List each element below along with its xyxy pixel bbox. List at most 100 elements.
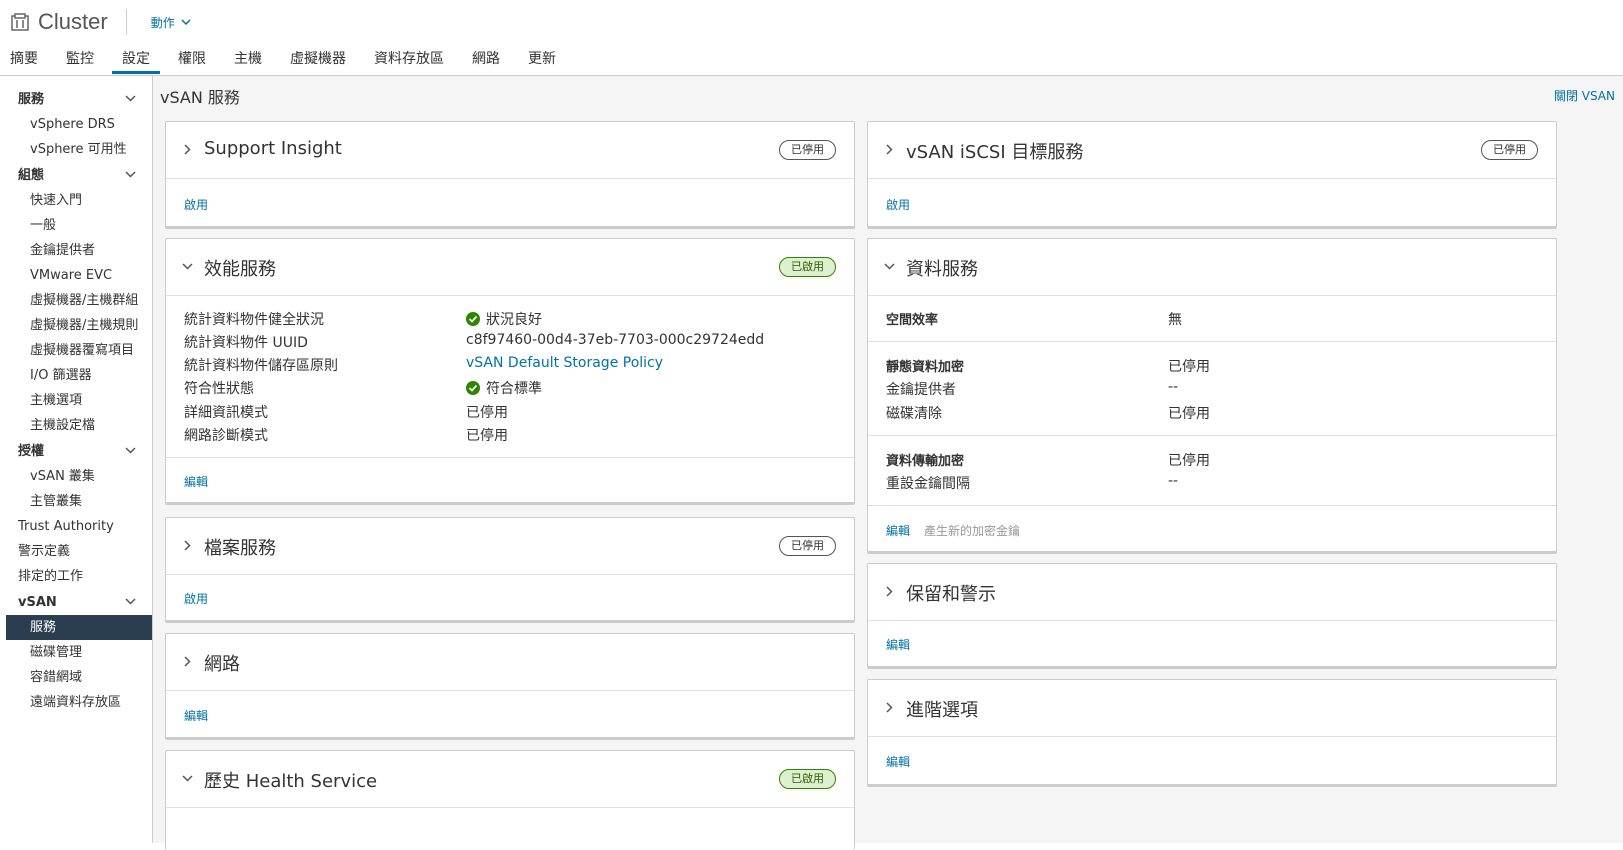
chevron-down-icon <box>125 171 136 178</box>
title-divider <box>125 9 127 35</box>
sidebar-item-remote-datastores[interactable]: 遠端資料存放區 <box>0 690 152 715</box>
tab-monitor[interactable]: 監控 <box>56 48 104 74</box>
edit-link[interactable]: 編輯 <box>886 753 910 770</box>
advanced-options-card: 進階選項 編輯 <box>867 679 1557 787</box>
turn-off-vsan-link[interactable]: 關閉 VSAN <box>1554 87 1615 104</box>
sidebar-item-vsan-cluster[interactable]: vSAN 叢集 <box>0 464 152 489</box>
storage-policy-link[interactable]: vSAN Default Storage Policy <box>466 355 663 371</box>
row-value: 已停用 <box>1168 453 1210 469</box>
card-title: 網路 <box>204 654 240 675</box>
status-badge: 已啟用 <box>779 257 836 277</box>
tab-permissions[interactable]: 權限 <box>168 48 216 74</box>
tab-updates[interactable]: 更新 <box>518 48 566 74</box>
sidebar-item-general[interactable]: 一般 <box>0 213 152 238</box>
sidebar-item-key-providers[interactable]: 金鑰提供者 <box>0 238 152 263</box>
chevron-down-icon <box>884 263 895 270</box>
edit-link[interactable]: 編輯 <box>886 524 910 538</box>
sidebar-item-host-options[interactable]: 主機選項 <box>0 388 152 413</box>
sidebar-item-supervisor-cluster[interactable]: 主管叢集 <box>0 489 152 514</box>
edit-link[interactable]: 編輯 <box>886 636 910 653</box>
sidebar-group-vsan[interactable]: vSAN <box>0 591 152 615</box>
card-header[interactable]: 歷史 Health Service 已啟用 <box>166 751 854 808</box>
tab-networks[interactable]: 網路 <box>462 48 510 74</box>
actions-label: 動作 <box>150 15 175 30</box>
row-value: 已停用 <box>1168 406 1210 422</box>
enable-link[interactable]: 啟用 <box>184 590 208 607</box>
row-value: 已停用 <box>466 428 508 444</box>
sidebar-item-vsan-services[interactable]: 服務 <box>6 615 152 640</box>
card-header[interactable]: 網路 <box>166 634 854 691</box>
sidebar-item-vsphere-drs[interactable]: vSphere DRS <box>0 112 152 137</box>
card-title: 效能服務 <box>204 259 276 280</box>
sidebar-item-fault-domains[interactable]: 容錯網域 <box>0 665 152 690</box>
card-title: 進階選項 <box>906 700 978 721</box>
sidebar-item-disk-management[interactable]: 磁碟管理 <box>0 640 152 665</box>
divider <box>166 457 854 458</box>
tab-bar: 摘要 監控 設定 權限 主機 虛擬機器 資料存放區 網路 更新 <box>0 48 574 75</box>
sidebar-item-vsphere-ha[interactable]: vSphere 可用性 <box>0 137 152 162</box>
card-header[interactable]: vSAN iSCSI 目標服務 已停用 <box>868 122 1556 179</box>
sidebar-item-vm-host-rules[interactable]: 虛擬機器/主機規則 <box>0 313 152 338</box>
row-label: 統計資料物件健全狀況 <box>184 312 324 328</box>
chevron-right-icon <box>184 656 191 667</box>
enable-link[interactable]: 啟用 <box>886 196 910 213</box>
sidebar-item-quickstart[interactable]: 快速入門 <box>0 188 152 213</box>
chevron-down-icon <box>182 775 193 782</box>
compliance-value: 符合標準 <box>486 381 542 397</box>
divider <box>868 341 1556 342</box>
sidebar-item-vm-host-groups[interactable]: 虛擬機器/主機群組 <box>0 288 152 313</box>
tab-hosts[interactable]: 主機 <box>224 48 272 74</box>
sidebar-item-vm-overrides[interactable]: 虛擬機器覆寫項目 <box>0 338 152 363</box>
enable-link[interactable]: 啟用 <box>184 196 208 213</box>
sidebar-item-alarm-definitions[interactable]: 警示定義 <box>0 539 152 564</box>
row-label: 資料傳輸加密 <box>886 454 965 469</box>
card-header[interactable]: 效能服務 已啟用 <box>166 239 854 296</box>
chevron-down-icon <box>125 447 136 454</box>
edit-link[interactable]: 編輯 <box>184 707 208 724</box>
card-header[interactable]: 檔案服務 已停用 <box>166 518 854 575</box>
chevron-right-icon <box>886 144 893 155</box>
row-value: -- <box>1168 379 1179 395</box>
sidebar-item-io-filters[interactable]: I/O 篩選器 <box>0 363 152 388</box>
iscsi-target-service-card: vSAN iSCSI 目標服務 已停用 啟用 <box>867 121 1557 229</box>
row-value: 已停用 <box>1168 359 1210 375</box>
card-title: 保留和警示 <box>906 584 996 605</box>
sidebar-group-licensing[interactable]: 授權 <box>0 440 152 464</box>
sidebar-group-label: vSAN <box>18 595 57 610</box>
card-title: vSAN iSCSI 目標服務 <box>906 142 1084 163</box>
card-title: 檔案服務 <box>204 538 276 559</box>
sidebar-group-configuration[interactable]: 組態 <box>0 164 152 188</box>
card-header[interactable]: Support Insight 已停用 <box>166 122 854 179</box>
tab-summary[interactable]: 摘要 <box>0 48 48 74</box>
tab-vms[interactable]: 虛擬機器 <box>280 48 356 74</box>
row-value: c8f97460-00d4-37eb-7703-000c29724edd <box>466 332 765 348</box>
row-label: 空間效率 <box>886 313 939 328</box>
card-footer: 編輯 產生新的加密金鑰 <box>886 522 1020 539</box>
tab-configure[interactable]: 設定 <box>112 48 160 74</box>
edit-link[interactable]: 編輯 <box>184 473 208 490</box>
actions-menu[interactable]: 動作 <box>151 14 191 31</box>
data-services-card: 資料服務 空間效率 無 靜態資料加密 已停用 金鑰提供者 -- 磁碟清除 已停用… <box>867 238 1557 554</box>
sidebar-item-host-profile[interactable]: 主機設定檔 <box>0 413 152 438</box>
history-health-service-card: 歷史 Health Service 已啟用 <box>165 750 855 850</box>
support-insight-card: Support Insight 已停用 啟用 <box>165 121 855 229</box>
sidebar-item-scheduled-tasks[interactable]: 排定的工作 <box>0 564 152 589</box>
status-badge: 已停用 <box>1481 140 1538 160</box>
tab-datastores[interactable]: 資料存放區 <box>364 48 454 74</box>
card-header[interactable]: 進階選項 <box>868 680 1556 737</box>
card-header[interactable]: 資料服務 <box>868 239 1556 296</box>
sidebar-group-services[interactable]: 服務 <box>0 88 152 112</box>
network-card: 網路 編輯 <box>165 633 855 740</box>
sidebar-item-trust-authority[interactable]: Trust Authority <box>0 514 152 539</box>
header: Cluster 動作 <box>10 8 191 36</box>
row-value: 符合標準 <box>466 378 542 398</box>
status-badge: 已啟用 <box>779 769 836 789</box>
card-header[interactable]: 保留和警示 <box>868 564 1556 621</box>
row-label: 網路診斷模式 <box>184 428 268 444</box>
top-bar: Cluster 動作 摘要 監控 設定 權限 主機 虛擬機器 資料存放區 網路 … <box>0 0 1623 76</box>
main-content: vSAN 服務 關閉 VSAN Support Insight 已停用 啟用 效… <box>153 76 1623 850</box>
check-circle-icon <box>466 312 480 326</box>
sidebar-item-vmware-evc[interactable]: VMware EVC <box>0 263 152 288</box>
row-value: 狀況良好 <box>466 309 542 329</box>
row-label: 重設金鑰間隔 <box>886 476 970 492</box>
